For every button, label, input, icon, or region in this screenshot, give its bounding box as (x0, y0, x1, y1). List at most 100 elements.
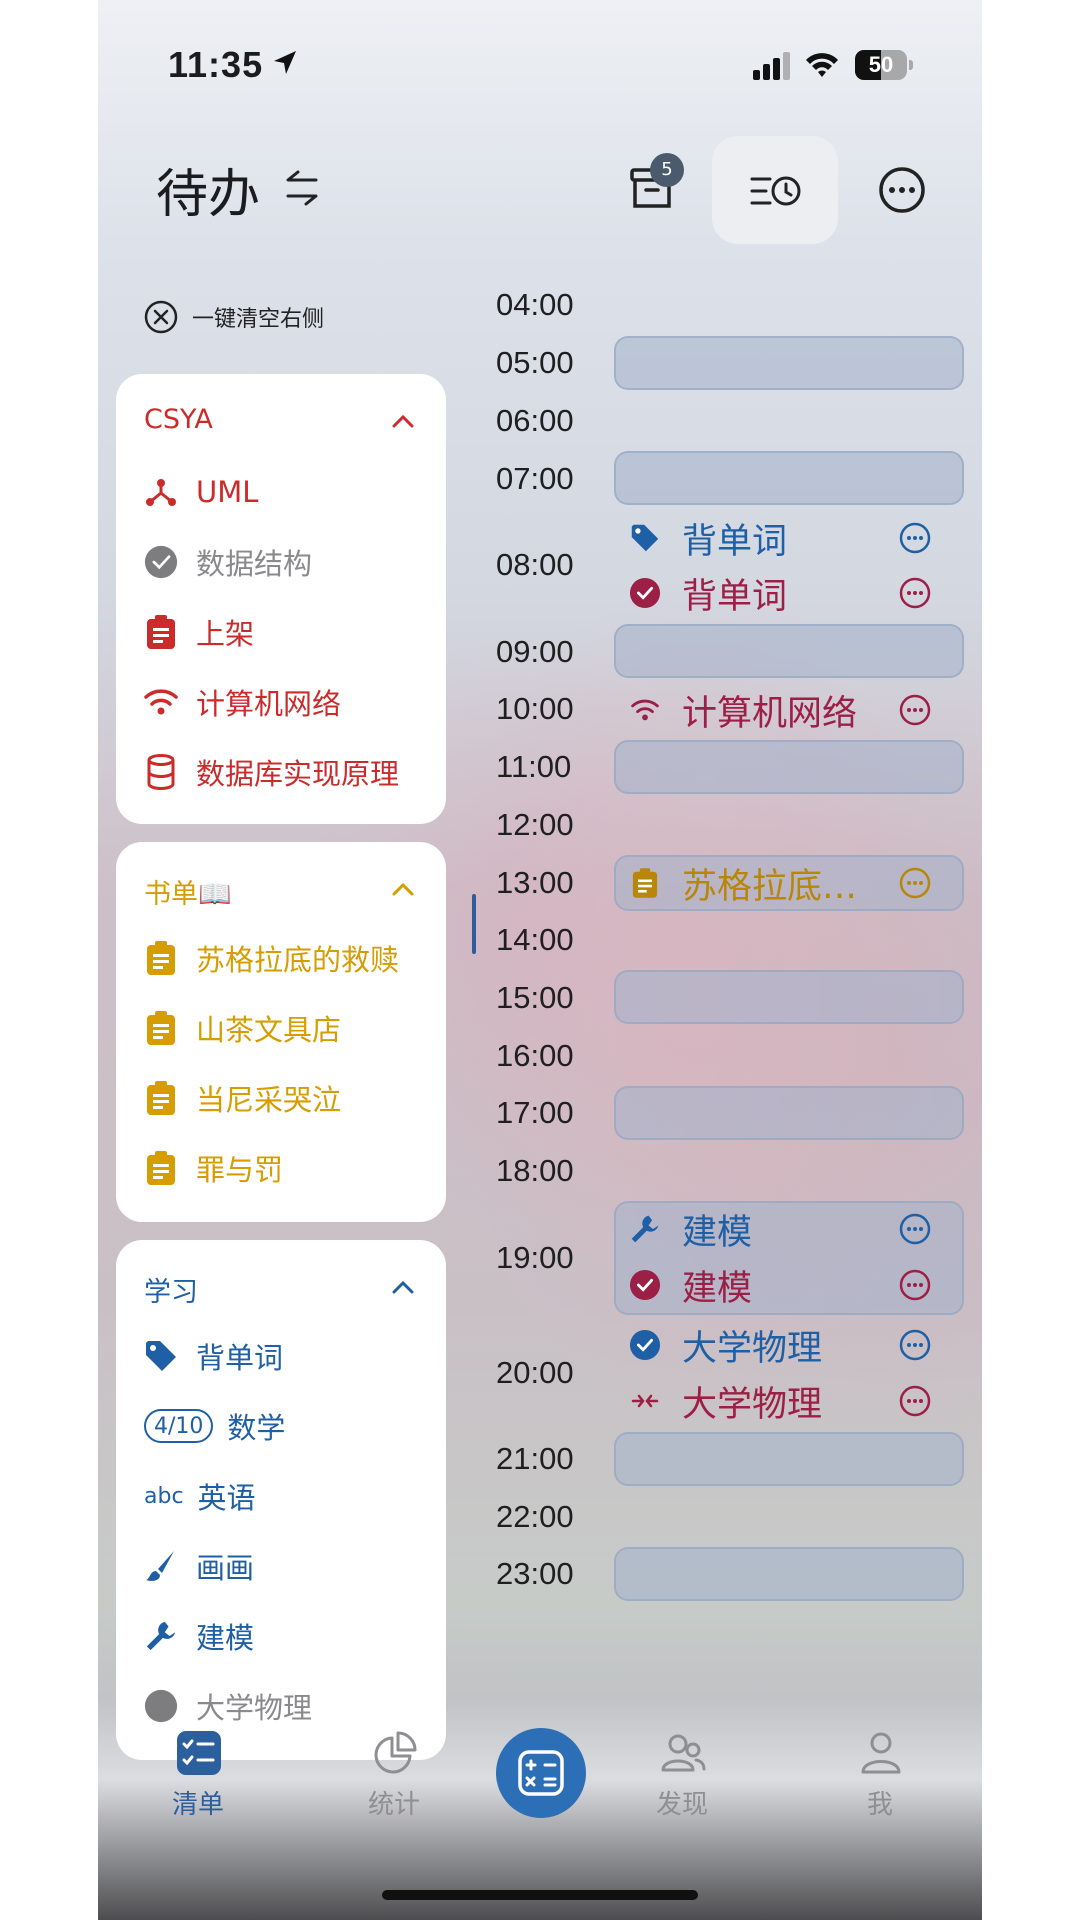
empty-time-slot[interactable] (614, 1086, 964, 1140)
empty-time-slot[interactable] (614, 1547, 964, 1601)
hour-label: 18:00 (496, 1153, 574, 1188)
list-item-label: 数学 (227, 1411, 286, 1445)
list-item-book-3[interactable]: 当尼采哭泣 (144, 1076, 341, 1120)
list-item-modeling[interactable]: 建模 (144, 1614, 254, 1658)
swap-arrows-icon[interactable] (284, 168, 320, 208)
tab-label: 我 (866, 1790, 893, 1820)
timeline-event[interactable]: 建模 (628, 1204, 958, 1254)
event-more-icon[interactable] (898, 1268, 932, 1302)
list-item-label: 苏格拉底的救赎 (196, 943, 400, 977)
list-item-label: UML (196, 475, 259, 509)
page-title: 待办 (156, 165, 261, 225)
event-label: 大学物理 (682, 1384, 823, 1425)
list-item-shelving[interactable]: 上架 (144, 610, 254, 654)
empty-time-slot[interactable] (614, 624, 964, 678)
empty-time-slot[interactable] (614, 451, 964, 505)
list-item-label: 背单词 (196, 1341, 284, 1375)
clear-right-button[interactable]: 一键清空右侧 (144, 300, 324, 334)
home-indicator[interactable] (382, 1890, 698, 1900)
hour-label: 21:00 (496, 1441, 574, 1476)
event-label: 建模 (682, 1212, 753, 1253)
archive-count-badge: 5 (650, 153, 684, 187)
tab-stats[interactable]: 统计 (334, 1700, 454, 1820)
timeline-event[interactable]: 大学物理 (628, 1320, 958, 1370)
network-branch-icon (144, 475, 178, 509)
clipboard-icon (144, 1011, 178, 1045)
list-item-book-2[interactable]: 山茶文具店 (144, 1006, 341, 1050)
event-label: 苏格拉底… (682, 866, 858, 907)
hour-label: 05:00 (496, 345, 574, 380)
list-item-database[interactable]: 数据库实现原理 (144, 750, 399, 794)
list-item-label: 罪与罚 (196, 1153, 284, 1187)
list-item-label: 画画 (196, 1551, 255, 1585)
event-more-icon[interactable] (898, 521, 932, 555)
empty-time-slot[interactable] (614, 1432, 964, 1486)
list-item-label: 英语 (197, 1481, 256, 1515)
calculator-button[interactable] (496, 1728, 586, 1818)
list-item-book-1[interactable]: 苏格拉底的救赎 (144, 936, 399, 980)
scroll-indicator[interactable] (472, 894, 476, 954)
tag-icon (144, 1339, 178, 1373)
list-title[interactable]: 书单📖 (144, 872, 232, 911)
list-title[interactable]: 学习 (144, 1270, 198, 1309)
list-item-label: 数据库实现原理 (196, 757, 400, 791)
timeline-event[interactable]: 计算机网络 (628, 685, 958, 735)
list-item-vocab[interactable]: 背单词 (144, 1334, 283, 1378)
hour-label: 12:00 (496, 807, 574, 842)
calculator-icon (518, 1750, 564, 1796)
clipboard-icon (144, 1151, 178, 1185)
hour-label: 10:00 (496, 691, 574, 726)
timeline-event[interactable]: 建模 (628, 1260, 958, 1310)
event-label: 计算机网络 (682, 693, 858, 734)
hour-label: 22:00 (496, 1499, 574, 1534)
checklist-icon (177, 1731, 221, 1775)
empty-time-slot[interactable] (614, 336, 964, 390)
list-item-label: 数据结构 (196, 547, 313, 581)
list-item-english[interactable]: abc 英语 (144, 1474, 256, 1518)
tab-list[interactable]: 清单 (138, 1700, 258, 1820)
event-more-icon[interactable] (898, 866, 932, 900)
timeline-event[interactable]: 背单词 (628, 513, 958, 563)
tab-label: 清单 (171, 1790, 224, 1820)
cellular-signal-icon (753, 52, 790, 80)
hour-label: 04:00 (496, 287, 574, 322)
tab-me[interactable]: 我 (820, 1700, 940, 1820)
event-more-icon[interactable] (898, 1328, 932, 1362)
list-item-drawing[interactable]: 画画 (144, 1544, 254, 1588)
timeline-view-button[interactable] (712, 136, 838, 244)
chevron-up-icon[interactable] (392, 414, 414, 428)
more-options-icon[interactable] (878, 166, 926, 214)
list-title[interactable]: CSYA (144, 404, 213, 435)
clear-right-label: 一键清空右侧 (192, 307, 325, 332)
list-item-networks[interactable]: 计算机网络 (144, 680, 341, 724)
list-item-label: 计算机网络 (196, 687, 342, 721)
timeline-event[interactable]: 大学物理 (628, 1376, 958, 1426)
event-more-icon[interactable] (898, 1384, 932, 1418)
tab-label: 发现 (655, 1790, 708, 1820)
chevron-up-icon[interactable] (392, 1280, 414, 1294)
hour-label: 23:00 (496, 1556, 574, 1591)
event-more-icon[interactable] (898, 576, 932, 610)
tag-icon (628, 521, 662, 555)
timeline-event[interactable]: 苏格拉底… (628, 858, 958, 908)
chevron-up-icon[interactable] (392, 882, 414, 896)
tab-discover[interactable]: 发现 (622, 1700, 742, 1820)
empty-time-slot[interactable] (614, 970, 964, 1024)
list-item-uml[interactable]: UML (144, 470, 258, 514)
app-screen: 11:35 50 待办 5 一键清空右侧 CSYA UML 数据结构 上架 计算… (98, 0, 982, 1920)
event-more-icon[interactable] (898, 1212, 932, 1246)
list-item-data-structures[interactable]: 数据结构 (144, 540, 312, 584)
timeline-event[interactable]: 背单词 (628, 568, 958, 618)
hour-label: 19:00 (496, 1240, 574, 1275)
empty-time-slot[interactable] (614, 740, 964, 794)
abc-icon: abc (144, 1483, 184, 1509)
hour-label: 17:00 (496, 1095, 574, 1130)
list-item-label: 山茶文具店 (196, 1013, 342, 1047)
progress-badge: 4/10 (144, 1409, 214, 1443)
list-item-book-4[interactable]: 罪与罚 (144, 1146, 283, 1190)
event-more-icon[interactable] (898, 693, 932, 727)
list-item-math[interactable]: 4/10 数学 (144, 1404, 285, 1448)
hour-label: 13:00 (496, 865, 574, 900)
hour-label: 06:00 (496, 403, 574, 438)
hour-label: 14:00 (496, 922, 574, 957)
